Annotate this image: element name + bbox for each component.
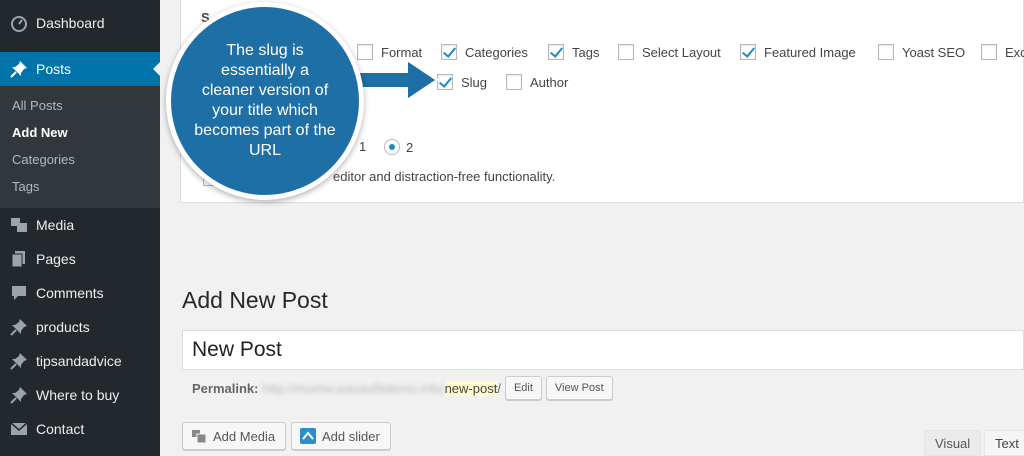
sidebar-item-label: Where to buy [36,387,120,403]
sidebar-item-label: products [36,319,90,335]
columns-2-radio[interactable] [384,139,400,155]
option-label: Select Layout [642,44,721,60]
option-excerpt[interactable]: Exc [981,44,1024,60]
column-1-label: 1 [359,139,367,154]
view-post-button[interactable]: View Post [545,376,613,400]
submenu-add-new[interactable]: Add New [0,119,160,146]
option-label: Tags [572,44,600,60]
dashboard-icon [10,14,28,32]
option-tags[interactable]: Tags [548,44,599,60]
tab-text[interactable]: Text [984,430,1024,456]
option-label: Slug [461,74,488,90]
pin-icon [10,318,28,336]
option-select-layout[interactable]: Select Layout [618,44,721,60]
option-author[interactable]: Author [506,74,568,90]
tags-checkbox[interactable] [548,44,564,60]
select-layout-checkbox[interactable] [618,44,634,60]
featured-image-checkbox[interactable] [740,44,756,60]
comment-icon [10,284,28,302]
sidebar-item-label: Comments [36,285,104,301]
post-title-input[interactable]: New Post [182,330,1024,370]
media-icon [10,216,28,234]
sidebar-item-label: Dashboard [36,15,105,31]
sidebar-item-media[interactable]: Media [0,208,160,242]
submenu-categories[interactable]: Categories [0,146,160,173]
tab-visual[interactable]: Visual [924,430,982,456]
permalink-slug[interactable]: new-post [444,380,498,396]
sidebar-item-pages[interactable]: Pages [0,242,160,276]
page-title: Add New Post [182,287,328,313]
sidebar-item-dashboard[interactable]: Dashboard [0,6,160,40]
option-label: Featured Image [764,44,856,60]
pin-icon [10,386,28,404]
sidebar-item-comments[interactable]: Comments [0,276,160,310]
sidebar-item-products[interactable]: products [0,310,160,344]
sidebar-item-contact[interactable]: Contact [0,412,160,446]
mail-icon [10,420,28,438]
yoast-seo-checkbox[interactable] [878,44,894,60]
add-slider-label: Add slider [322,428,380,444]
editor-description: editor and distraction-free functionalit… [333,169,556,184]
option-categories[interactable]: Categories [441,44,528,60]
permalink-trailing: / [497,380,501,396]
permalink-row: Permalink: http://mumw.wasaofitdemo.info… [192,376,613,400]
option-columns-2[interactable]: 2 [384,139,413,155]
option-label: Author [530,74,569,90]
permalink-base-url[interactable]: http://mumw.wasaofitdemo.info/ [262,381,444,396]
option-yoast-seo[interactable]: Yoast SEO [878,44,965,60]
sidebar-item-label: Contact [36,421,85,437]
sidebar-item-label: Pages [36,251,76,267]
callout-bubble: The slug is essentially a cleaner versio… [166,2,364,200]
posts-submenu: All Posts Add New Categories Tags [0,86,160,208]
sidebar-item-label: tipsandadvice [36,353,122,369]
option-label: Exc [1005,44,1024,60]
option-label: Yoast SEO [902,44,966,60]
sidebar-item-where-to-buy[interactable]: Where to buy [0,378,160,412]
add-media-label: Add Media [213,428,276,444]
excerpt-checkbox[interactable] [981,44,997,60]
callout-text: The slug is essentially a cleaner versio… [194,42,336,159]
submenu-tags[interactable]: Tags [0,173,160,200]
add-slider-button[interactable]: Add slider [291,422,391,450]
sidebar-item-tipsandadvice[interactable]: tipsandadvice [0,344,160,378]
author-checkbox[interactable] [506,74,522,90]
submenu-all-posts[interactable]: All Posts [0,92,160,119]
option-slug[interactable]: Slug [437,74,487,90]
sidebar-item-label: Media [36,217,75,233]
option-featured-image[interactable]: Featured Image [740,44,856,60]
pin-icon [10,352,28,370]
callout-arrow-icon [355,58,439,102]
sidebar-item-label: Posts [36,61,72,77]
option-label: 2 [406,139,414,155]
permalink-label: Permalink: [192,380,259,396]
add-media-button[interactable]: Add Media [182,422,287,450]
media-icon [191,428,207,444]
option-label: Categories [465,44,528,60]
slider-icon [300,428,316,444]
pages-icon [10,250,28,268]
admin-sidebar: Dashboard Posts All Posts Add New Catego… [0,0,161,456]
pin-icon [10,60,28,78]
sidebar-item-posts[interactable]: Posts [0,52,161,86]
categories-checkbox[interactable] [441,44,457,60]
edit-permalink-button[interactable]: Edit [504,376,542,400]
